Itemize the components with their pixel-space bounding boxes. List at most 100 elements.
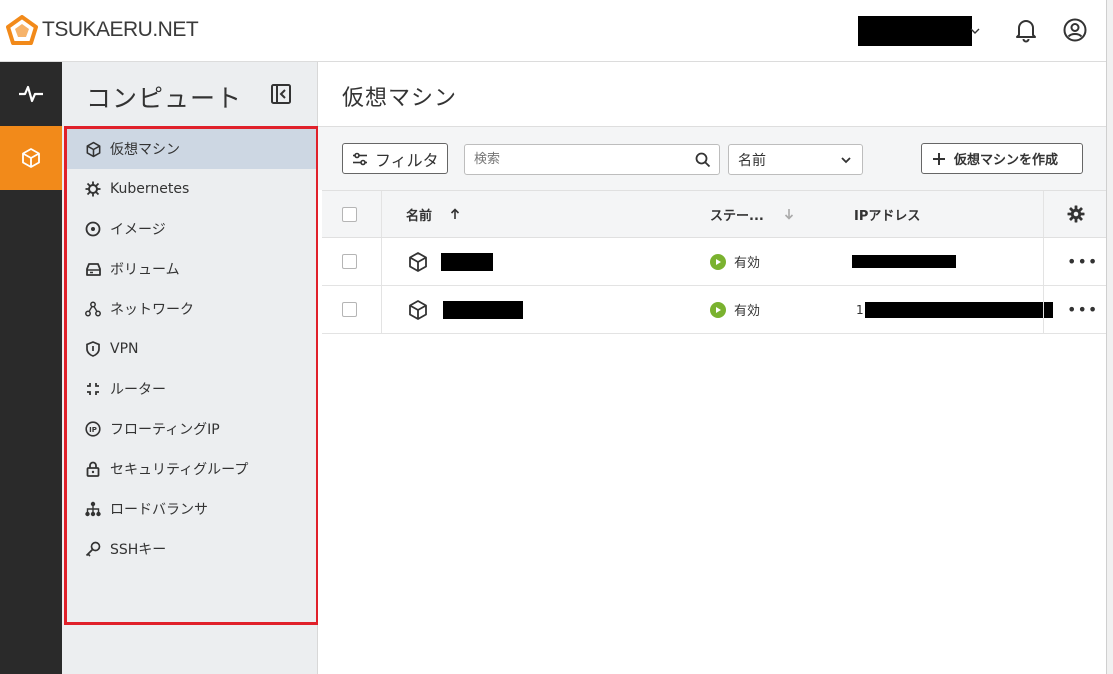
window-edge xyxy=(1106,0,1113,674)
vm-ip-redacted xyxy=(864,301,1053,318)
sidebar-item-label: ボリューム xyxy=(110,262,180,278)
sort-select-value: 名前 xyxy=(738,152,766,169)
key-icon xyxy=(84,540,102,558)
sidebar-nav: 仮想マシン Kubernetes イメージ ボリューム ネットワーク VPN ル… xyxy=(67,129,316,569)
sidebar-title: コンピュート xyxy=(86,84,243,113)
create-vm-label: 仮想マシンを作成 xyxy=(954,153,1059,168)
page-title: 仮想マシン xyxy=(342,86,458,111)
sidebar-item-label: VPN xyxy=(110,341,139,357)
main-content: 仮想マシン フィルタ 名前 仮想マシンを xyxy=(318,62,1106,674)
sidebar-item-label: イメージ xyxy=(110,222,166,238)
shield-icon xyxy=(84,340,102,358)
vm-ip-cell: 1 xyxy=(856,286,1053,333)
sidebar-item-kubernetes[interactable]: Kubernetes xyxy=(67,169,316,209)
sidebar-item-label: ネットワーク xyxy=(110,302,194,318)
row-actions-cell: ••• xyxy=(1067,286,1098,333)
rail-item-compute[interactable] xyxy=(0,126,62,190)
sidebar-item-volumes[interactable]: ボリューム xyxy=(67,249,316,289)
bell-icon[interactable] xyxy=(1014,17,1038,43)
select-all-checkbox[interactable] xyxy=(342,206,357,222)
sidebar-item-network[interactable]: ネットワーク xyxy=(67,289,316,329)
more-actions-icon[interactable]: ••• xyxy=(1067,252,1098,271)
column-header-name[interactable]: 名前 xyxy=(406,191,460,237)
sidebar-item-label: セキュリティグループ xyxy=(110,462,249,478)
sidebar-item-label: ルーター xyxy=(110,382,166,398)
row-checkbox[interactable] xyxy=(342,254,357,269)
vm-name-cell xyxy=(407,286,523,333)
cube-icon xyxy=(409,251,427,272)
chevron-down-icon[interactable] xyxy=(970,26,980,36)
more-actions-icon[interactable]: ••• xyxy=(1067,300,1098,319)
sidebar-item-label: フローティングIP xyxy=(110,422,220,438)
chevron-down-icon xyxy=(841,157,851,164)
page-header: 仮想マシン xyxy=(318,62,1106,127)
network-icon xyxy=(84,300,102,318)
search-input[interactable] xyxy=(465,145,685,174)
disc-icon xyxy=(84,220,102,238)
column-header-label: 名前 xyxy=(406,208,433,224)
column-header-status[interactable]: ステー... xyxy=(710,191,794,237)
sidebar-item-ssh-keys[interactable]: SSHキー xyxy=(67,529,316,569)
plus-icon xyxy=(933,152,945,165)
sidebar-item-security-groups[interactable]: セキュリティグループ xyxy=(67,449,316,489)
user-menu-redacted[interactable] xyxy=(858,16,972,46)
vm-status-cell: 有効 xyxy=(710,238,760,285)
vm-name-redacted[interactable] xyxy=(441,252,493,271)
sidebar-item-router[interactable]: ルーター xyxy=(67,369,316,409)
table-header: 名前 ステー... IPアドレス xyxy=(322,190,1106,238)
table-row[interactable]: 有効 ••• xyxy=(322,238,1106,286)
svg-text:IP: IP xyxy=(89,426,97,434)
column-header-ip[interactable]: IPアドレス xyxy=(854,191,920,237)
sidebar-item-label: ロードバランサ xyxy=(110,502,208,518)
create-vm-button[interactable]: 仮想マシンを作成 xyxy=(921,143,1083,174)
status-running-icon xyxy=(710,301,726,318)
cube-icon xyxy=(84,140,102,158)
select-all-checkbox-cell xyxy=(342,191,357,237)
sidebar-item-label: Kubernetes xyxy=(110,181,190,197)
row-checkbox[interactable] xyxy=(342,302,357,317)
rail-item-monitoring[interactable] xyxy=(0,62,62,126)
search-icon[interactable] xyxy=(695,152,711,168)
sidebar-item-virtual-machines[interactable]: 仮想マシン xyxy=(67,129,316,169)
compute-sidebar: コンピュート 仮想マシン Kubernetes イメージ ボリューム ネットワー… xyxy=(62,62,319,674)
vm-ip-redacted xyxy=(852,255,956,268)
vm-status-text: 有効 xyxy=(734,256,761,271)
icon-rail xyxy=(0,62,62,674)
row-actions-cell: ••• xyxy=(1067,238,1098,285)
vm-ip-prefix: 1 xyxy=(856,302,864,317)
column-header-label: IPアドレス xyxy=(854,208,921,224)
drive-icon xyxy=(84,260,102,278)
sidebar-item-label: 仮想マシン xyxy=(110,142,180,158)
toolbar: フィルタ 名前 仮想マシンを作成 xyxy=(318,127,1106,190)
table-row[interactable]: 有効 1 ••• xyxy=(322,286,1106,334)
status-running-icon xyxy=(710,253,726,270)
vm-status-text: 有効 xyxy=(734,304,761,319)
vm-ip-cell xyxy=(852,238,956,285)
sitemap-icon xyxy=(84,500,102,518)
ip-icon: IP xyxy=(84,420,102,438)
sidebar-item-floating-ip[interactable]: IP フローティングIP xyxy=(67,409,316,449)
vm-name-cell xyxy=(407,238,493,285)
gear-icon[interactable] xyxy=(1067,205,1085,223)
account-icon[interactable] xyxy=(1062,17,1088,43)
sidebar-item-vpn[interactable]: VPN xyxy=(67,329,316,369)
router-icon xyxy=(84,380,102,398)
collapse-sidebar-icon[interactable] xyxy=(270,83,292,105)
brand-logo[interactable]: TSUKAERU.NET xyxy=(6,15,199,45)
vm-status-cell: 有効 xyxy=(710,286,760,333)
sidebar-item-images[interactable]: イメージ xyxy=(67,209,316,249)
filter-button[interactable]: フィルタ xyxy=(342,143,448,174)
row-checkbox-cell xyxy=(342,238,357,285)
search-box[interactable] xyxy=(464,144,720,175)
cube-icon xyxy=(409,299,427,320)
table-settings-cell xyxy=(1067,191,1085,237)
vm-table: 名前 ステー... IPアドレス 有効 ••• 有効 1 ••• xyxy=(322,190,1106,334)
column-header-label: ステー... xyxy=(710,208,764,224)
activity-icon xyxy=(19,85,43,103)
sort-select[interactable]: 名前 xyxy=(728,144,863,175)
lock-icon xyxy=(84,460,102,478)
sidebar-item-load-balancer[interactable]: ロードバランサ xyxy=(67,489,316,529)
sidebar-item-label: SSHキー xyxy=(110,542,167,558)
pentagon-logo-icon xyxy=(6,15,38,45)
vm-name-redacted[interactable] xyxy=(443,300,523,319)
